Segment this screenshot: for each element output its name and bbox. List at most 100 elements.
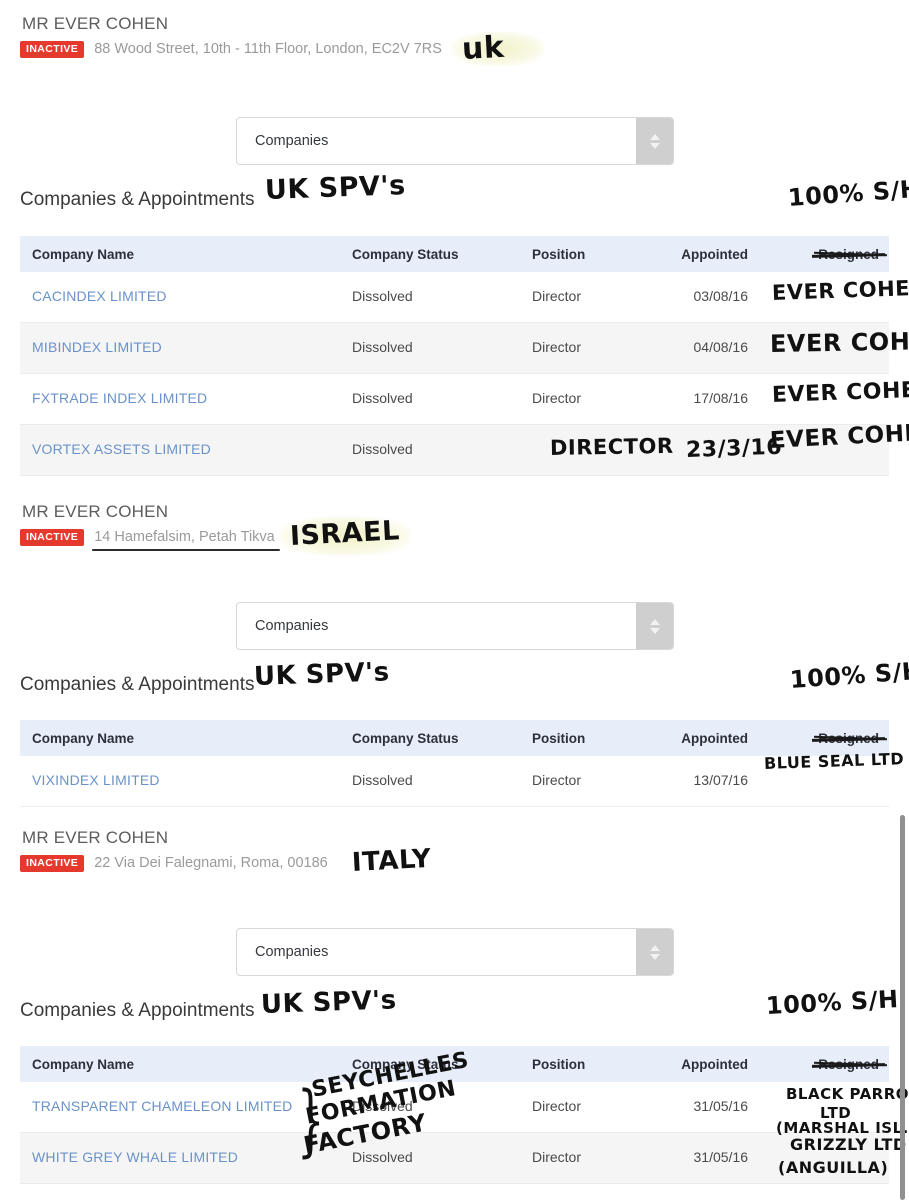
companies-table-1: Company Name Company Status Position App… [20, 236, 889, 476]
cell-appointed: 04/08/16 [693, 339, 749, 355]
cell-company-status: Dissolved [352, 390, 413, 406]
cell-position: Director [532, 339, 582, 355]
section-title: Companies & Appointments [20, 674, 255, 695]
company-link[interactable]: VORTEX ASSETS LIMITED [32, 441, 211, 457]
person-address: 14 Hamefalsim, Petah Tikva [92, 529, 280, 552]
section-title-row-1: Companies & Appointments [0, 189, 909, 211]
col-header-company-status[interactable]: Company Status [350, 731, 530, 746]
col-header-position[interactable]: Position [530, 247, 640, 262]
section-title-row-3: Companies & Appointments [0, 1000, 909, 1022]
cell-company-status: Dissolved [352, 1098, 413, 1114]
table-body-3: TRANSPARENT CHAMELEON LIMITED Dissolved … [20, 1082, 889, 1184]
companies-select-1[interactable]: Companies [236, 117, 674, 165]
companies-appointments-page: MR EVER COHEN INACTIVE 88 Wood Street, 1… [0, 0, 909, 1200]
person-block-1: MR EVER COHEN INACTIVE 88 Wood Street, 1… [0, 10, 442, 58]
table-row[interactable]: WHITE GREY WHALE LIMITED Dissolved Direc… [20, 1133, 889, 1184]
table-body-2: VIXINDEX LIMITED Dissolved Director 13/0… [20, 756, 889, 807]
col-header-company-name[interactable]: Company Name [20, 247, 350, 262]
chevron-down-icon[interactable] [649, 627, 660, 634]
handwriting-uk-1: uk [461, 29, 506, 67]
col-header-company-status[interactable]: Company Status [350, 1057, 530, 1072]
cell-position: Director [532, 772, 582, 788]
select-spinner-3[interactable] [636, 929, 673, 975]
handwriting-israel: ISRAEL [289, 515, 401, 552]
cell-position: Director [532, 390, 582, 406]
cell-appointed: 03/08/16 [693, 288, 749, 304]
cell-company-status: Dissolved [352, 441, 413, 457]
col-header-company-status[interactable]: Company Status [350, 247, 530, 262]
table-body-1: CACINDEX LIMITED Dissolved Director 03/0… [20, 272, 889, 476]
companies-table-2: Company Name Company Status Position App… [20, 720, 889, 807]
table-row[interactable]: MIBINDEX LIMITED Dissolved Director 04/0… [20, 323, 889, 374]
table-row[interactable]: VIXINDEX LIMITED Dissolved Director 13/0… [20, 756, 889, 807]
table-header-row: Company Name Company Status Position App… [20, 720, 889, 756]
company-link[interactable]: TRANSPARENT CHAMELEON LIMITED [32, 1098, 292, 1114]
select-value-label: Companies [255, 618, 329, 634]
person-block-3: MR EVER COHEN INACTIVE 22 Via Dei Falegn… [0, 824, 328, 872]
status-badge: INACTIVE [20, 529, 85, 546]
section-title: Companies & Appointments [20, 1000, 255, 1021]
cell-company-status: Dissolved [352, 772, 413, 788]
person-address: 88 Wood Street, 10th - 11th Floor, Londo… [94, 41, 442, 58]
col-header-position[interactable]: Position [530, 731, 640, 746]
highlight-wash-israel [280, 516, 410, 556]
cell-appointed: 31/05/16 [693, 1149, 749, 1165]
table-header-row: Company Name Company Status Position App… [20, 1046, 889, 1082]
cell-appointed: 17/08/16 [693, 390, 749, 406]
company-link[interactable]: CACINDEX LIMITED [32, 288, 167, 304]
chevron-down-icon[interactable] [649, 142, 660, 149]
cell-company-status: Dissolved [352, 1149, 413, 1165]
col-header-resigned[interactable]: Resigned [750, 1057, 889, 1072]
col-header-appointed[interactable]: Appointed [640, 731, 750, 746]
status-badge: INACTIVE [20, 855, 85, 872]
person-address-row: INACTIVE 88 Wood Street, 10th - 11th Flo… [20, 41, 442, 58]
select-spinner-2[interactable] [636, 603, 673, 649]
select-value-label: Companies [255, 944, 329, 960]
table-row[interactable]: VORTEX ASSETS LIMITED Dissolved [20, 425, 889, 476]
chevron-up-icon[interactable] [649, 944, 660, 951]
table-row[interactable]: TRANSPARENT CHAMELEON LIMITED Dissolved … [20, 1082, 889, 1133]
vertical-scrollbar-thumb[interactable] [900, 815, 905, 1200]
chevron-up-icon[interactable] [649, 133, 660, 140]
companies-table-3: Company Name Company Status Position App… [20, 1046, 889, 1184]
col-header-resigned[interactable]: Resigned [750, 247, 889, 262]
table-row[interactable]: CACINDEX LIMITED Dissolved Director 03/0… [20, 272, 889, 323]
company-link[interactable]: WHITE GREY WHALE LIMITED [32, 1149, 238, 1165]
highlight-wash-uk [452, 32, 544, 66]
select-spinner-1[interactable] [636, 118, 673, 164]
companies-select-wrapper-3[interactable]: Companies [0, 928, 674, 976]
person-address: 22 Via Dei Falegnami, Roma, 00186 [94, 855, 328, 872]
handwriting-italy: ITALY [351, 843, 433, 878]
col-header-resigned[interactable]: Resigned [750, 731, 889, 746]
cell-position: Director [532, 1149, 582, 1165]
company-link[interactable]: MIBINDEX LIMITED [32, 339, 162, 355]
select-value-label: Companies [255, 133, 329, 149]
cell-company-status: Dissolved [352, 288, 413, 304]
companies-select-wrapper-1[interactable]: Companies [0, 117, 674, 165]
cell-appointed: 13/07/16 [693, 772, 749, 788]
col-header-appointed[interactable]: Appointed [640, 247, 750, 262]
cell-appointed: 31/05/16 [693, 1098, 749, 1114]
table-row[interactable]: FXTRADE INDEX LIMITED Dissolved Director… [20, 374, 889, 425]
company-link[interactable]: FXTRADE INDEX LIMITED [32, 390, 207, 406]
section-title-row-2: Companies & Appointments [0, 674, 909, 696]
person-name: MR EVER COHEN [15, 10, 195, 37]
person-address-row: INACTIVE 22 Via Dei Falegnami, Roma, 001… [20, 855, 328, 872]
chevron-down-icon[interactable] [649, 953, 660, 960]
person-address-row: INACTIVE 14 Hamefalsim, Petah Tikva [20, 529, 280, 552]
status-badge: INACTIVE [20, 41, 85, 58]
company-link[interactable]: VIXINDEX LIMITED [32, 772, 160, 788]
table-header-row: Company Name Company Status Position App… [20, 236, 889, 272]
person-name: MR EVER COHEN [22, 828, 169, 847]
companies-select-wrapper-2[interactable]: Companies [0, 602, 674, 650]
col-header-company-name[interactable]: Company Name [20, 1057, 350, 1072]
col-header-company-name[interactable]: Company Name [20, 731, 350, 746]
col-header-position[interactable]: Position [530, 1057, 640, 1072]
companies-select-2[interactable]: Companies [236, 602, 674, 650]
chevron-up-icon[interactable] [649, 618, 660, 625]
col-header-appointed[interactable]: Appointed [640, 1057, 750, 1072]
companies-select-3[interactable]: Companies [236, 928, 674, 976]
cell-position: Director [532, 1098, 582, 1114]
cell-company-status: Dissolved [352, 339, 413, 355]
section-title: Companies & Appointments [20, 189, 255, 210]
